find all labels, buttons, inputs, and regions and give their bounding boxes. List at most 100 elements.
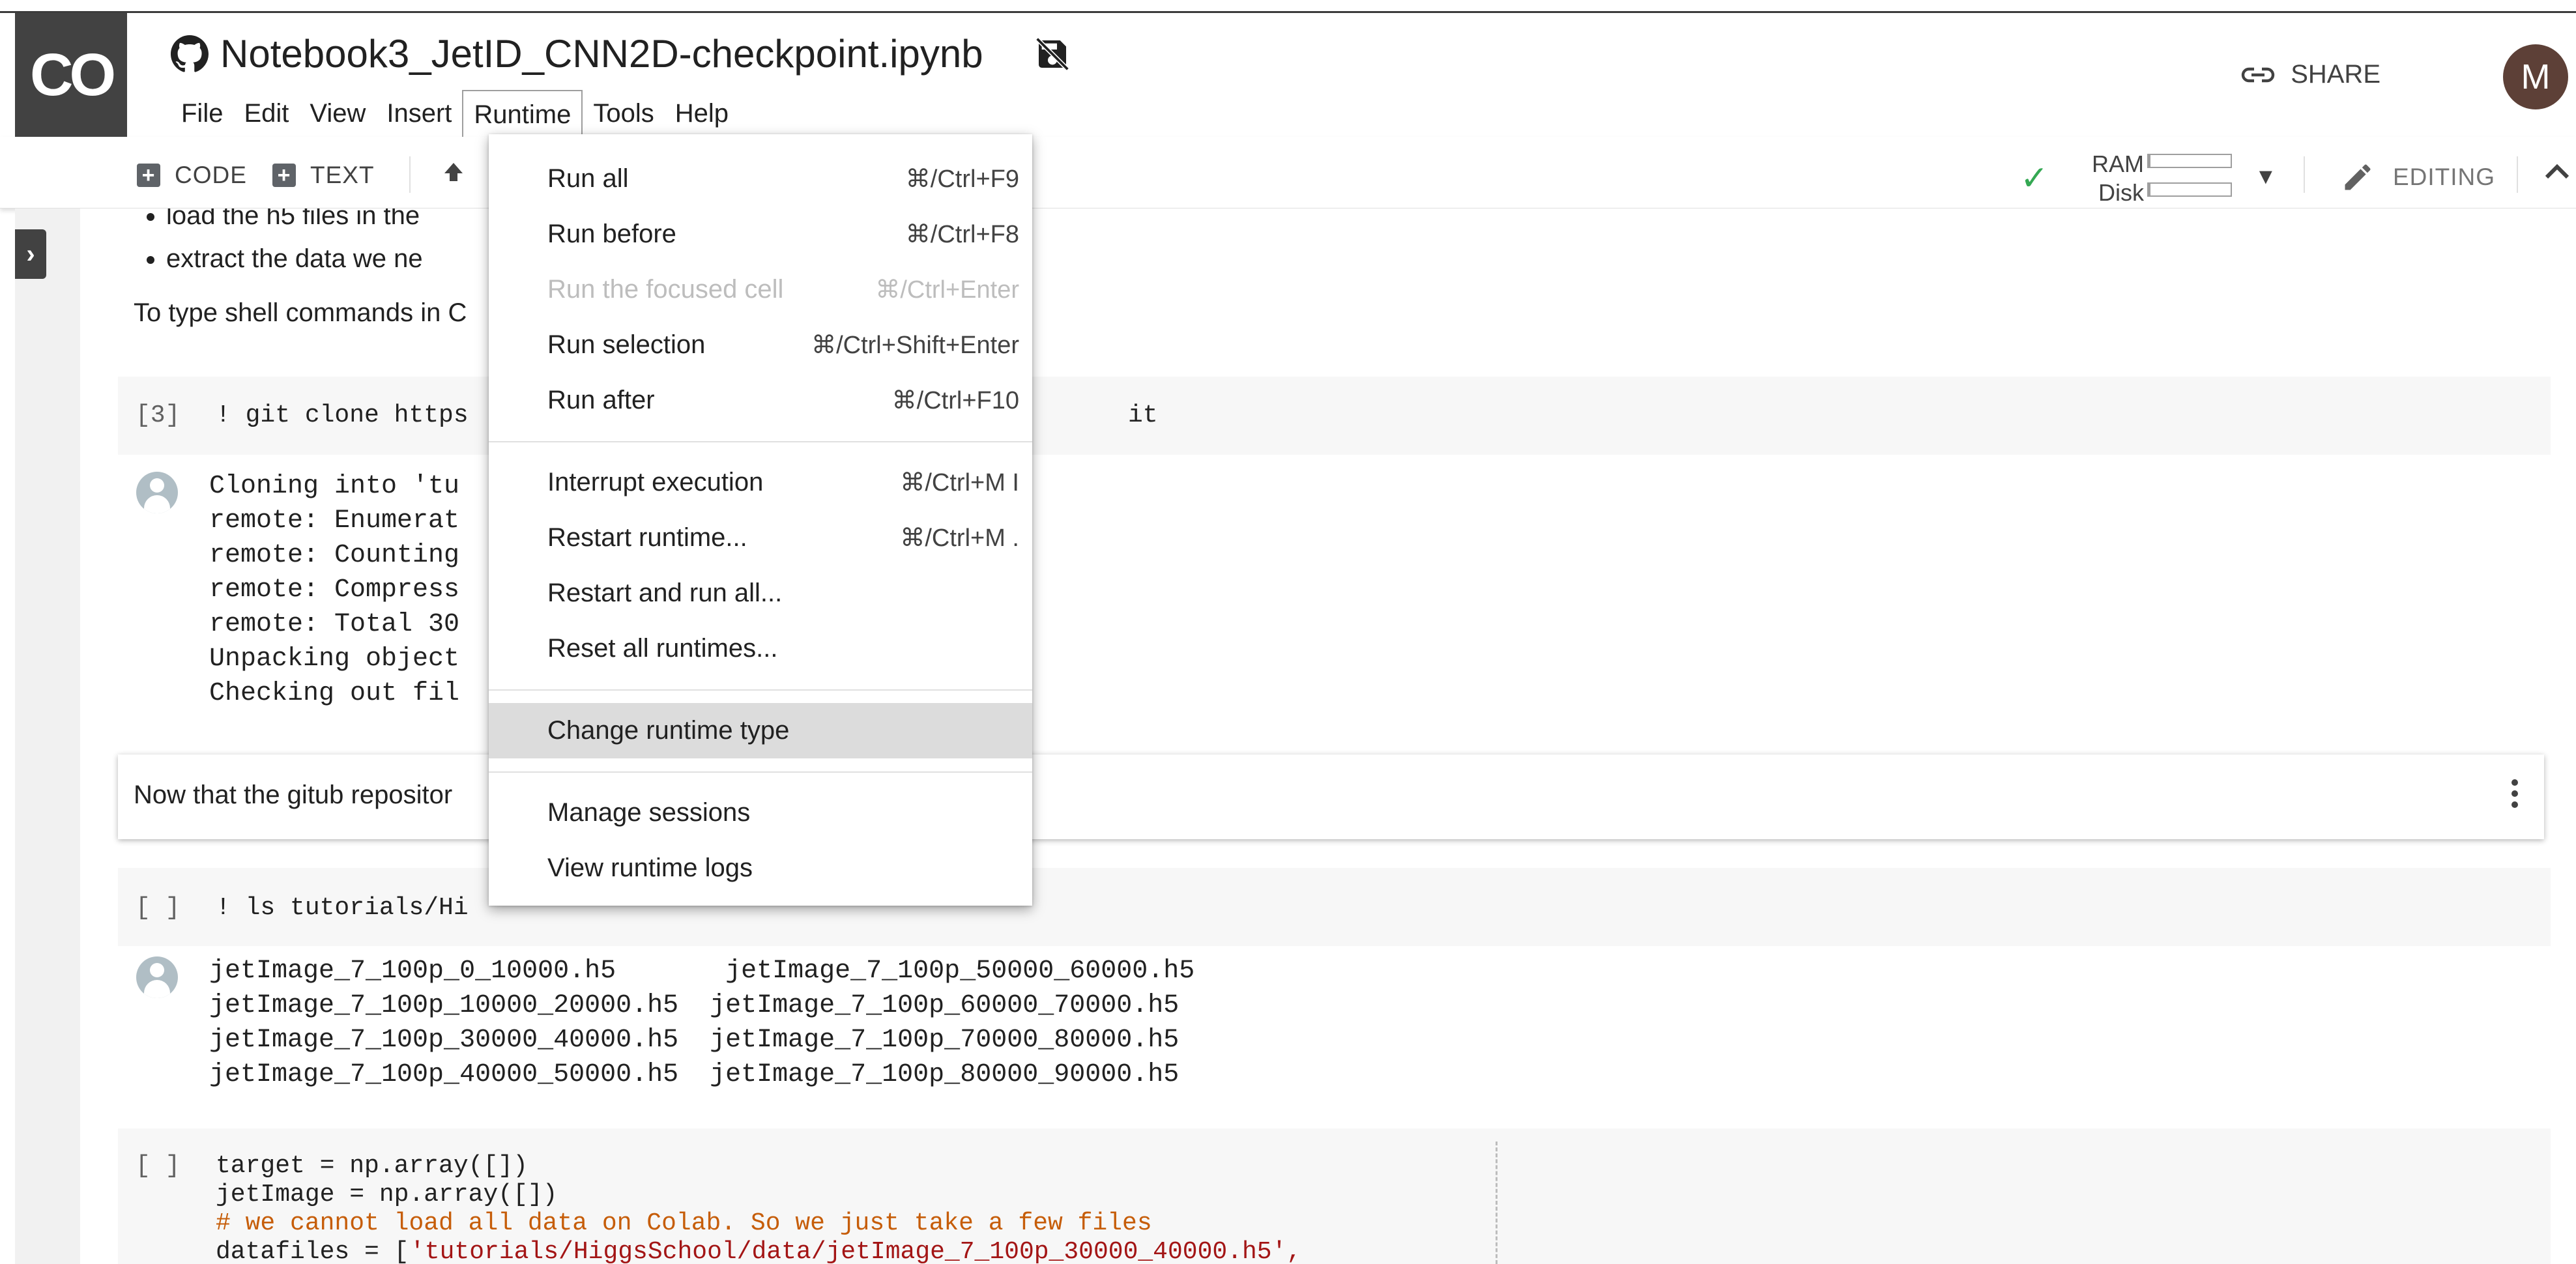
code-text: datafiles = [ bbox=[216, 1238, 409, 1264]
code-text: jetImage = np.array([]) bbox=[216, 1181, 558, 1209]
toolbar-divider bbox=[2517, 156, 2518, 193]
colab-logo[interactable]: CO bbox=[15, 13, 127, 137]
ram-usage-bar bbox=[2147, 154, 2232, 168]
output-line: Unpacking object bbox=[209, 644, 460, 674]
code-text: ! git clone https bbox=[216, 401, 469, 429]
menu-interrupt-execution[interactable]: Interrupt execution ⌘/Ctrl+M I bbox=[489, 455, 1032, 510]
menu-item-shortcut: ⌘/Ctrl+F8 bbox=[905, 221, 1019, 248]
menu-view-runtime-logs[interactable]: View runtime logs bbox=[489, 840, 1032, 896]
avatar[interactable]: M bbox=[2503, 44, 2568, 109]
output-line: Cloning into 'tu bbox=[209, 472, 460, 501]
more-options-icon[interactable] bbox=[2511, 779, 2518, 808]
menu-item-label: Run before bbox=[547, 220, 676, 248]
toolbar: + CODE + TEXT ✓ RAM Disk ▼ EDITING bbox=[0, 137, 2576, 208]
code-cell[interactable]: [ ] ! ls tutorials/Hi bbox=[118, 868, 2551, 946]
arrow-up-icon bbox=[444, 163, 463, 181]
markdown-bullets: load the h5 files in the extract the dat… bbox=[134, 208, 423, 280]
notebook-title[interactable]: Notebook3_JetID_CNN2D-checkpoint.ipynb bbox=[220, 31, 983, 76]
pencil-icon bbox=[2345, 164, 2371, 190]
menu-item-label: Run selection bbox=[547, 330, 706, 359]
menu-run-focused-cell: Run the focused cell ⌘/Ctrl+Enter bbox=[489, 262, 1032, 317]
add-text-label: TEXT bbox=[310, 162, 375, 188]
output-line: remote: Enumerat bbox=[209, 506, 460, 536]
execution-count: [ ] bbox=[136, 894, 181, 922]
add-code-button[interactable]: + CODE bbox=[137, 162, 247, 189]
menu-run-all[interactable]: Run all ⌘/Ctrl+F9 bbox=[489, 151, 1032, 207]
code-text: target = np.array([]) bbox=[216, 1152, 528, 1180]
menu-runtime[interactable]: Runtime bbox=[462, 90, 583, 139]
menu-help[interactable]: Help bbox=[665, 90, 739, 139]
move-cell-up-button[interactable] bbox=[441, 159, 467, 185]
menu-item-shortcut: ⌘/Ctrl+Shift+Enter bbox=[811, 332, 1019, 359]
collapse-header-icon[interactable] bbox=[2541, 156, 2573, 188]
menu-item-shortcut: ⌘/Ctrl+Enter bbox=[875, 276, 1019, 304]
left-gutter bbox=[15, 208, 80, 1264]
output-line: Checking out fil bbox=[209, 679, 460, 708]
chevron-down-icon[interactable]: ▼ bbox=[2255, 164, 2277, 190]
menu-item-label: Manage sessions bbox=[547, 798, 751, 827]
menu-change-runtime-type[interactable]: Change runtime type bbox=[489, 703, 1032, 758]
editing-mode-button[interactable]: EDITING bbox=[2341, 160, 2495, 194]
menu-item-shortcut: ⌘/Ctrl+M . bbox=[900, 524, 1019, 552]
toolbar-divider bbox=[409, 156, 411, 193]
menu-view[interactable]: View bbox=[299, 90, 376, 139]
share-button[interactable]: SHARE bbox=[2240, 60, 2381, 89]
menu-file[interactable]: File bbox=[171, 90, 233, 139]
menu-item-label: Reset all runtimes... bbox=[547, 634, 778, 663]
menu-insert[interactable]: Insert bbox=[376, 90, 462, 139]
line-length-guide bbox=[1496, 1142, 1498, 1264]
toolbar-divider bbox=[2304, 156, 2305, 193]
menu-item-label: Run the focused cell bbox=[547, 275, 784, 304]
execution-count: [ ] bbox=[136, 1152, 181, 1180]
output-line: jetImage_7_100p_30000_40000.h5 jetImage_… bbox=[209, 1026, 1179, 1055]
code-cell[interactable]: [3] ! git clone https it bbox=[118, 377, 2551, 455]
sidebar-toggle-icon[interactable]: › bbox=[15, 229, 46, 279]
ram-label: RAM bbox=[2092, 151, 2144, 177]
github-icon bbox=[171, 35, 209, 72]
runtime-menu-dropdown: Run all ⌘/Ctrl+F9 Run before ⌘/Ctrl+F8 R… bbox=[489, 134, 1032, 906]
menu-item-label: View runtime logs bbox=[547, 854, 753, 882]
add-text-button[interactable]: + TEXT bbox=[272, 162, 375, 189]
output-line: jetImage_7_100p_40000_50000.h5 jetImage_… bbox=[209, 1060, 1179, 1089]
selected-text-cell[interactable]: Now that the gitub repositor bbox=[118, 754, 2544, 839]
cell-output: Cloning into 'tu remote: Enumerat remote… bbox=[118, 469, 2551, 730]
editing-label: EDITING bbox=[2393, 164, 2496, 190]
output-avatar-icon bbox=[136, 956, 178, 998]
menu-manage-sessions[interactable]: Manage sessions bbox=[489, 785, 1032, 840]
menu-restart-and-run-all[interactable]: Restart and run all... bbox=[489, 566, 1032, 621]
window-top-edge bbox=[0, 0, 2576, 13]
cell-output: jetImage_7_100p_0_10000.h5 jetImage_7_10… bbox=[118, 954, 2551, 1104]
link-icon bbox=[2242, 67, 2275, 82]
menu-tools[interactable]: Tools bbox=[583, 90, 664, 139]
menu-edit[interactable]: Edit bbox=[233, 90, 299, 139]
menu-item-shortcut: ⌘/Ctrl+M I bbox=[900, 469, 1019, 496]
menu-item-shortcut: ⌘/Ctrl+F9 bbox=[905, 165, 1019, 193]
app-header: CO Notebook3_JetID_CNN2D-checkpoint.ipyn… bbox=[0, 13, 2576, 139]
plus-icon: + bbox=[137, 164, 160, 187]
plus-icon: + bbox=[272, 164, 296, 187]
output-line: jetImage_7_100p_10000_20000.h5 jetImage_… bbox=[209, 991, 1179, 1020]
output-line: jetImage_7_100p_0_10000.h5 jetImage_7_10… bbox=[209, 956, 1195, 986]
menu-divider bbox=[489, 771, 1032, 773]
menu-item-label: Interrupt execution bbox=[547, 468, 764, 496]
code-cell[interactable]: [ ] target = np.array([]) jetImage = np.… bbox=[118, 1128, 2551, 1264]
title-row: Notebook3_JetID_CNN2D-checkpoint.ipynb bbox=[171, 31, 1071, 76]
code-comment: # we cannot load all data on Colab. So w… bbox=[216, 1209, 1152, 1237]
resource-labels: RAM Disk bbox=[2072, 150, 2144, 207]
share-label: SHARE bbox=[2291, 60, 2381, 89]
save-disabled-icon[interactable] bbox=[1034, 36, 1071, 72]
resource-indicator[interactable]: ✓ RAM Disk ▼ bbox=[2020, 146, 2294, 206]
code-text-tail: it bbox=[1128, 401, 1158, 429]
menu-run-after[interactable]: Run after ⌘/Ctrl+F10 bbox=[489, 373, 1032, 428]
menu-run-selection[interactable]: Run selection ⌘/Ctrl+Shift+Enter bbox=[489, 317, 1032, 373]
output-line: remote: Compress bbox=[209, 575, 460, 605]
output-line: remote: Counting bbox=[209, 541, 460, 570]
menu-reset-all-runtimes[interactable]: Reset all runtimes... bbox=[489, 621, 1032, 676]
code-text: ! ls tutorials/Hi bbox=[216, 894, 469, 922]
list-item: load the h5 files in the bbox=[166, 208, 423, 237]
menu-run-before[interactable]: Run before ⌘/Ctrl+F8 bbox=[489, 207, 1032, 262]
menu-item-shortcut: ⌘/Ctrl+F10 bbox=[891, 387, 1019, 414]
list-item: extract the data we ne bbox=[166, 237, 423, 280]
markdown-text: To type shell commands in C bbox=[134, 298, 467, 327]
menu-restart-runtime[interactable]: Restart runtime... ⌘/Ctrl+M . bbox=[489, 510, 1032, 566]
